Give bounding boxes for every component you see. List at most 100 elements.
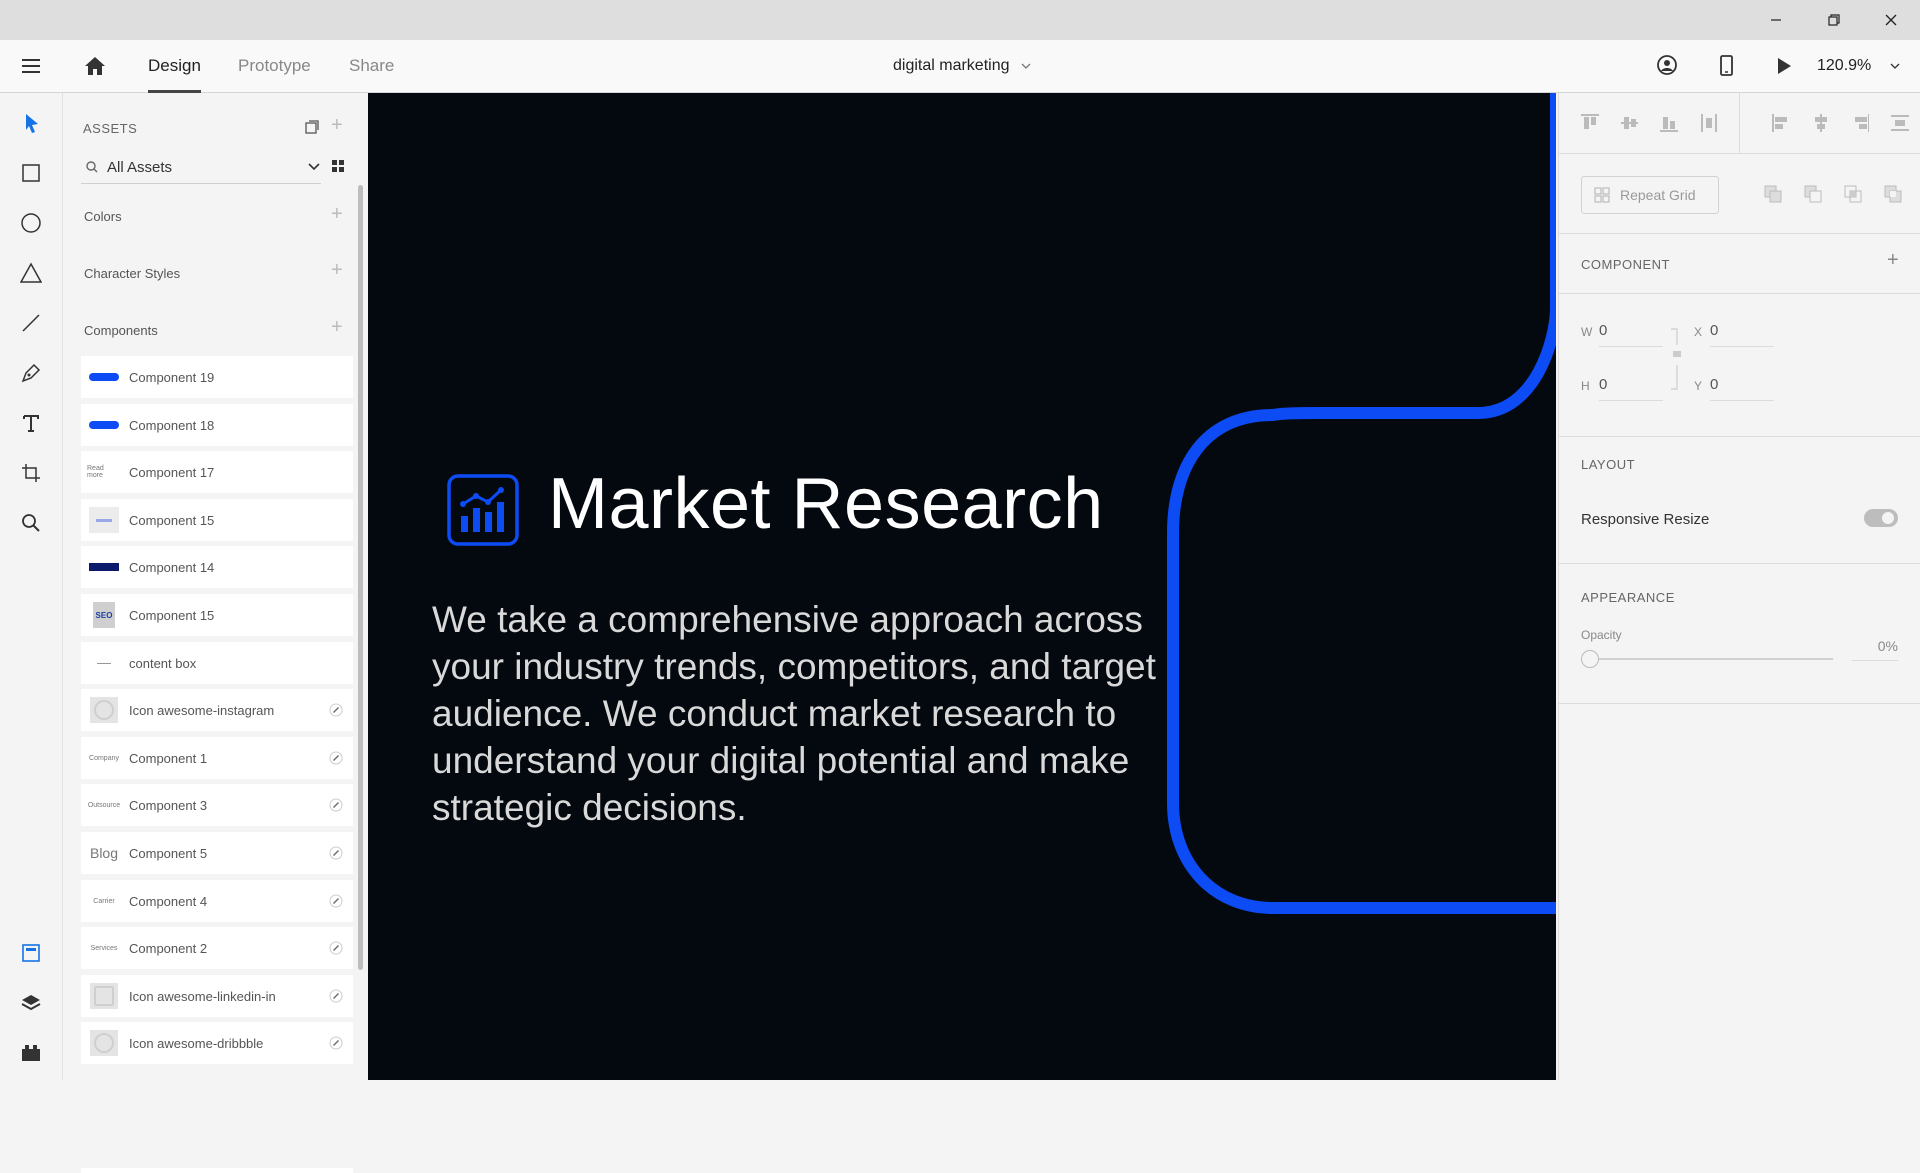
document-title-dropdown[interactable]: digital marketing (893, 40, 1032, 92)
colors-section-label[interactable]: Colors (84, 209, 122, 224)
home-button[interactable] (82, 54, 108, 78)
align-right-icon[interactable] (1850, 112, 1870, 134)
list-item[interactable]: SEO Component 15 (81, 594, 353, 636)
link-icon (327, 892, 345, 910)
grid-view-button[interactable] (331, 159, 345, 173)
play-preview-button[interactable] (1773, 54, 1795, 78)
component-label: Component 1 (129, 750, 208, 766)
device-preview-button[interactable] (1716, 53, 1736, 79)
list-item[interactable] (81, 1168, 353, 1173)
align-top-icon[interactable] (1579, 112, 1599, 134)
hamburger-menu-button[interactable] (20, 55, 44, 77)
list-item[interactable]: Component 14 (81, 546, 353, 588)
list-item[interactable]: Blog Component 5 (81, 832, 353, 874)
align-bottom-icon[interactable] (1658, 112, 1679, 134)
select-icon (26, 114, 38, 133)
height-field[interactable]: 0 (1599, 376, 1607, 393)
asset-filter[interactable]: All Assets (81, 151, 321, 184)
width-field[interactable]: 0 (1599, 322, 1607, 339)
exclude-boolean-icon[interactable] (1884, 185, 1902, 203)
invite-user-button[interactable] (1655, 54, 1681, 78)
subtract-boolean-icon[interactable] (1804, 185, 1822, 203)
zoom-control[interactable]: 120.9% (1817, 40, 1901, 92)
toggle-knob (1882, 512, 1894, 524)
responsive-resize-toggle[interactable] (1864, 509, 1898, 527)
canvas-paragraph[interactable]: We take a comprehensive approach across … (432, 596, 1192, 831)
add-asset-button[interactable]: + (331, 114, 343, 137)
canvas-heading[interactable]: Market Research (548, 463, 1104, 545)
add-boolean-icon[interactable] (1764, 185, 1782, 203)
open-library-button[interactable] (304, 119, 320, 135)
tab-prototype[interactable]: Prototype (238, 40, 311, 92)
component-label: Component 15 (129, 512, 215, 528)
layout-section-title: LAYOUT (1581, 457, 1636, 472)
ellipse-tool[interactable] (15, 207, 47, 239)
component-label: Component 2 (129, 940, 208, 956)
align-left-icon[interactable] (1770, 112, 1790, 134)
zoom-icon (22, 514, 40, 532)
list-item[interactable]: Icon awesome-dribbble (81, 1022, 353, 1064)
plugins-panel-button[interactable] (15, 1037, 47, 1069)
rectangle-tool[interactable] (15, 157, 47, 189)
component-label: Component 17 (129, 464, 215, 480)
tab-share[interactable]: Share (349, 40, 394, 92)
link-icon (327, 701, 345, 719)
library-icon (305, 120, 319, 134)
link-icon (327, 844, 345, 862)
ellipse-icon (21, 213, 41, 233)
zoom-tool[interactable] (15, 507, 47, 539)
intersect-boolean-icon[interactable] (1844, 185, 1862, 203)
design-canvas[interactable]: Market Research We take a comprehensive … (368, 93, 1556, 1080)
minimize-button[interactable] (1747, 0, 1805, 40)
width-label: W (1581, 325, 1593, 339)
opacity-slider[interactable] (1581, 650, 1861, 668)
list-item[interactable]: Read more Component 17 (81, 451, 353, 493)
list-item[interactable]: Outsource Component 3 (81, 784, 353, 826)
distribute-horizontal-icon[interactable] (1889, 112, 1910, 134)
list-item[interactable]: Services Component 2 (81, 927, 353, 969)
repeat-grid-button[interactable]: Repeat Grid (1581, 176, 1719, 214)
distribute-vertical-icon[interactable] (1698, 112, 1718, 134)
list-item[interactable]: Component 15 (81, 499, 353, 541)
restore-button[interactable] (1805, 0, 1863, 40)
y-field[interactable]: 0 (1710, 376, 1718, 393)
close-button[interactable] (1862, 0, 1920, 40)
play-icon (1778, 58, 1791, 74)
pen-tool[interactable] (15, 357, 47, 389)
assets-panel: ASSETS + All Assets Colors + Character S… (63, 93, 367, 1173)
boolean-ops (1764, 185, 1902, 203)
slider-knob[interactable] (1581, 650, 1599, 668)
add-character-style-button[interactable]: + (331, 259, 343, 282)
x-field[interactable]: 0 (1710, 322, 1718, 339)
artboard-tool[interactable] (15, 457, 47, 489)
list-item[interactable]: Company Component 1 (81, 737, 353, 779)
polygon-tool[interactable] (15, 257, 47, 289)
layers-panel-button[interactable] (15, 987, 47, 1019)
add-color-button[interactable]: + (331, 203, 343, 226)
lock-aspect-icon[interactable] (1669, 327, 1683, 397)
components-section-label[interactable]: Components (84, 323, 158, 338)
align-center-icon[interactable] (1810, 112, 1830, 134)
tab-design[interactable]: Design (148, 40, 201, 93)
select-tool[interactable] (15, 107, 47, 139)
align-middle-icon[interactable] (1619, 112, 1639, 134)
polygon-icon (20, 262, 42, 283)
list-item[interactable]: Carrier Component 4 (81, 880, 353, 922)
list-item[interactable]: Icon awesome-instagram (81, 689, 353, 731)
opacity-field[interactable]: 0% (1852, 638, 1898, 661)
text-tool[interactable] (15, 407, 47, 439)
list-item[interactable]: Icon awesome-linkedin-in (81, 975, 353, 1017)
list-item[interactable]: Component 18 (81, 404, 353, 446)
make-component-button[interactable]: + (1887, 249, 1899, 272)
line-tool[interactable] (15, 307, 47, 339)
list-item[interactable]: Component 19 (81, 356, 353, 398)
divider (1559, 153, 1920, 154)
component-label: Icon awesome-dribbble (129, 1035, 264, 1051)
character-styles-section-label[interactable]: Character Styles (84, 266, 180, 281)
assets-scrollbar[interactable] (358, 185, 363, 970)
assets-panel-button[interactable] (15, 937, 47, 969)
component-label: Component 4 (129, 893, 208, 909)
repeat-grid-icon (1594, 187, 1610, 203)
add-component-button[interactable]: + (331, 316, 343, 339)
list-item[interactable]: content box (81, 642, 353, 684)
